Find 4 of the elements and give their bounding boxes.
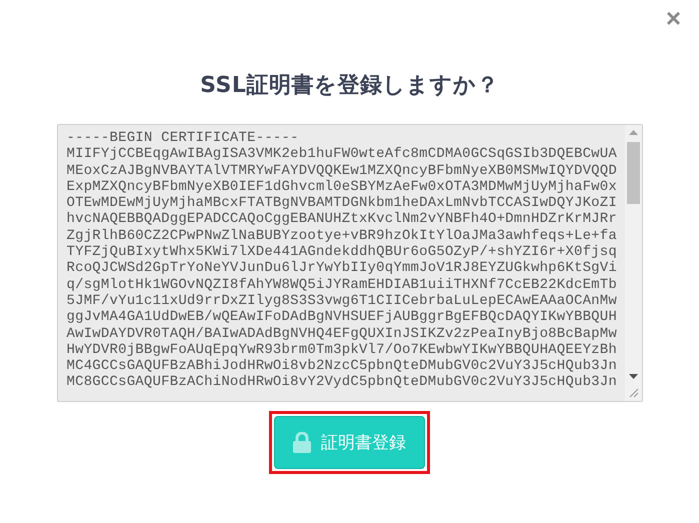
dialog-title: SSL証明書を登録しますか？ [200, 72, 499, 100]
close-button[interactable]: × [664, 4, 683, 32]
lock-icon [293, 432, 311, 453]
register-button[interactable]: 証明書登録 [274, 416, 425, 469]
